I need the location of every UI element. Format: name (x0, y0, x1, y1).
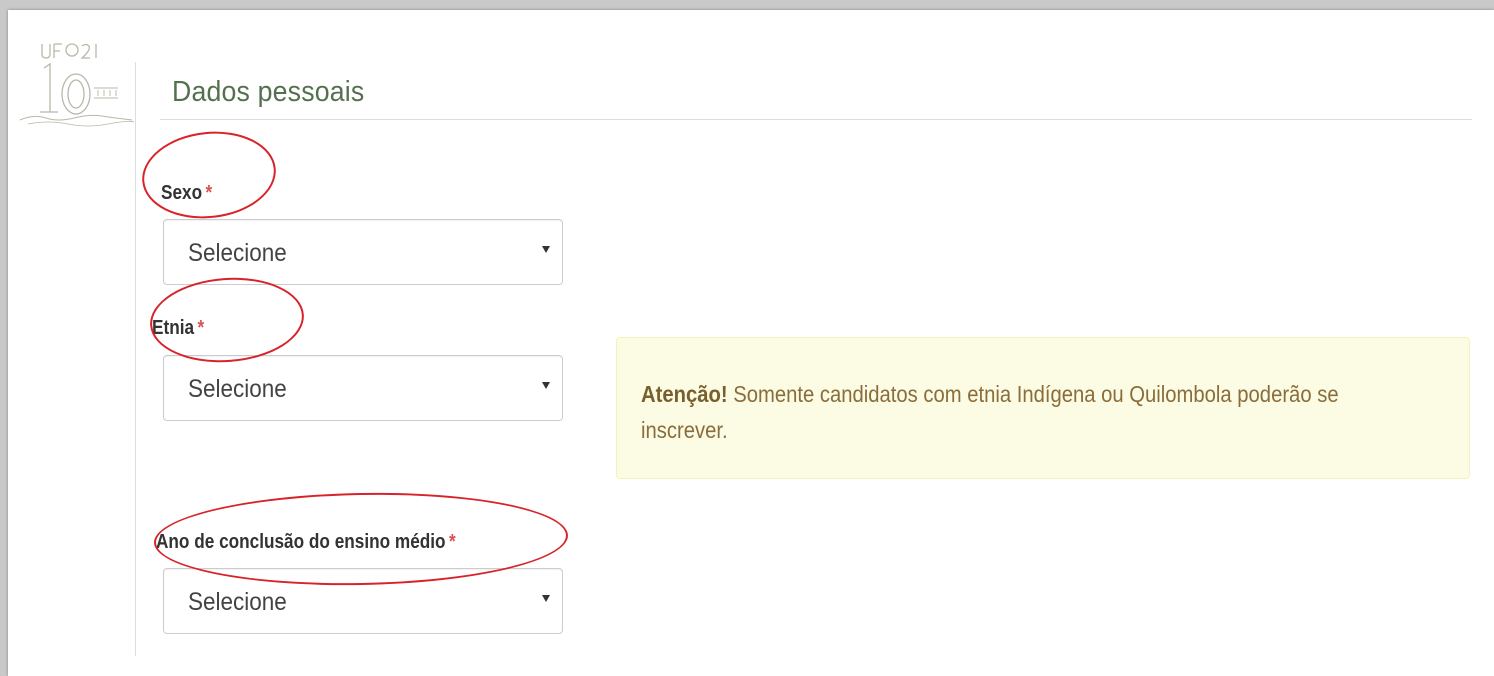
etnia-label-text: Etnia (152, 317, 195, 339)
caret-down-icon (542, 382, 550, 389)
etnia-selected-value: Selecione (188, 375, 287, 403)
sexo-label-text: Sexo (161, 182, 203, 204)
etnia-select[interactable]: Selecione (163, 355, 563, 421)
university-logo (19, 43, 135, 127)
required-mark: * (205, 182, 213, 204)
vertical-divider (135, 62, 136, 656)
annotation-ellipse-sexo (137, 125, 281, 225)
ano-conclusao-selected-value: Selecione (188, 588, 287, 616)
required-mark: * (449, 531, 456, 553)
page-frame: Dados pessoais Sexo * Selecione Etnia * Se… (8, 10, 1494, 676)
caret-down-icon (542, 246, 550, 253)
caret-down-icon (542, 595, 550, 602)
sexo-selected-value: Selecione (188, 239, 287, 267)
alert-strong: Atenção! (641, 381, 728, 407)
sexo-label: Sexo * (161, 182, 212, 205)
section-title: Dados pessoais (172, 76, 365, 108)
etnia-label: Etnia * (152, 317, 204, 340)
ano-conclusao-label-text: Ano de conclusão do ensino médio (156, 531, 446, 553)
warning-alert: Atenção! Somente candidatos com etnia In… (616, 337, 1470, 479)
alert-message: Atenção! Somente candidatos com etnia In… (641, 376, 1398, 448)
ano-conclusao-select[interactable]: Selecione (163, 568, 563, 634)
alert-body: Somente candidatos com etnia Indígena ou… (641, 381, 1339, 443)
ano-conclusao-label: Ano de conclusão do ensino médio * (156, 531, 456, 554)
required-mark: * (197, 317, 205, 339)
section-divider (160, 119, 1472, 120)
sexo-select[interactable]: Selecione (163, 219, 563, 285)
